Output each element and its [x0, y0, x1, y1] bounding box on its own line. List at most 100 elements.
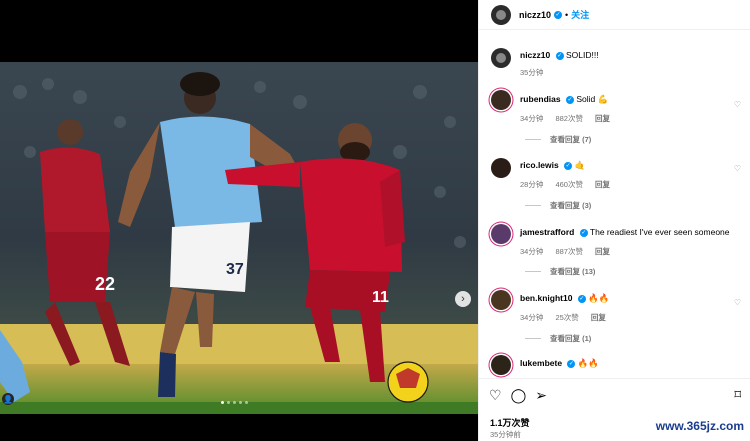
commenter-avatar[interactable]	[491, 355, 511, 375]
view-replies-label: 查看回复 (7)	[550, 135, 592, 144]
comment-username[interactable]: lukembete	[520, 358, 562, 368]
comment-meta: 34分钟 25次赞 回复	[520, 312, 616, 323]
comment-likes[interactable]: 460次赞	[555, 180, 583, 189]
comment-emoji: 🤙	[574, 160, 586, 170]
comment-line: lukembete ✓ 🔥🔥	[520, 358, 599, 369]
verified-badge-icon: ✓	[566, 95, 574, 104]
carousel-dot	[227, 401, 230, 404]
verified-badge-icon: ✓	[564, 161, 573, 170]
commenter-avatar[interactable]	[491, 158, 511, 178]
like-heart-icon[interactable]: ♡	[489, 387, 502, 403]
caption-text: SOLID!!!	[566, 50, 599, 60]
comment-text: The readiest I've ever seen someone	[589, 227, 730, 237]
caption-avatar[interactable]	[491, 48, 511, 68]
comment-body: ben.knight10 ✓ 🔥🔥 34分钟 25次赞 回复	[520, 290, 616, 323]
football	[387, 361, 429, 403]
instagram-post-viewer: 22 37 11 › 👤 niczz10 ✓ • 关注 niczz10 ✓ SO…	[0, 0, 750, 441]
comment-username[interactable]: rico.lewis	[520, 160, 559, 170]
post-caption: niczz10 ✓ SOLID!!! 35分钟	[491, 48, 747, 78]
post-media: 22 37 11 › 👤	[0, 0, 478, 441]
jersey-number-37: 37	[226, 261, 244, 278]
view-replies-button[interactable]: 查看回复 (1)	[525, 333, 591, 344]
caption-line: niczz10 ✓ SOLID!!!	[520, 50, 599, 61]
view-replies-label: 查看回复 (13)	[550, 267, 596, 276]
next-slide-button[interactable]: ›	[455, 291, 471, 307]
comment-likes[interactable]: 882次赞	[555, 114, 583, 123]
commenter-avatar[interactable]	[491, 290, 511, 310]
follow-button[interactable]: 关注	[571, 8, 589, 21]
carousel-dot	[221, 401, 224, 404]
comment-meta: 34分钟 882次赞 回复	[520, 113, 620, 124]
verified-badge-icon: ✓	[579, 228, 588, 237]
comment-username[interactable]: ben.knight10	[520, 293, 572, 303]
reply-button[interactable]: 回复	[595, 114, 610, 123]
like-comment-icon[interactable]: ♡	[734, 298, 741, 307]
comment-time: 34分钟	[520, 313, 544, 322]
carousel-dot	[245, 401, 248, 404]
football-match-photo: 22 37 11	[0, 62, 478, 414]
comment-likes[interactable]: 887次赞	[555, 247, 583, 256]
comment-line: rubendias ✓ Solid 💪	[520, 94, 620, 105]
comment-body: rico.lewis ✓ 🤙 28分钟 460次赞 回复	[520, 158, 620, 190]
bookmark-icon[interactable]: ⌑	[734, 387, 741, 403]
comment-bubble-icon[interactable]: ◯	[511, 387, 527, 403]
comment-meta: 28分钟 460次赞 回复	[520, 179, 620, 190]
view-replies-button[interactable]: 查看回复 (13)	[525, 266, 595, 277]
reply-button[interactable]: 回复	[595, 180, 610, 189]
comment-emoji: 🔥🔥	[588, 293, 610, 303]
author-avatar[interactable]	[491, 4, 511, 25]
carousel-dot	[233, 401, 236, 404]
view-replies-button[interactable]: 查看回复 (7)	[525, 134, 591, 145]
reply-button[interactable]: 回复	[591, 313, 606, 322]
verified-badge-icon: ✓	[554, 10, 563, 19]
comment-time: 34分钟	[520, 247, 544, 256]
post-photo[interactable]: 22 37 11 ›	[0, 62, 478, 414]
view-replies-button[interactable]: 查看回复 (3)	[525, 200, 591, 211]
comment-username[interactable]: jamestrafford	[520, 227, 574, 237]
like-comment-icon[interactable]: ♡	[734, 100, 741, 109]
jersey-number-22: 22	[95, 274, 115, 294]
caption-username[interactable]: niczz10	[520, 50, 550, 60]
post-header: niczz10 ✓ • 关注	[479, 0, 750, 30]
post-time: 35分钟前	[490, 430, 521, 439]
action-buttons: ♡ ◯ ➢	[489, 387, 547, 403]
comment-meta: 34分钟 887次赞 回复	[520, 246, 730, 257]
comments-list: niczz10 ✓ SOLID!!! 35分钟 rubendias ✓ Soli…	[479, 30, 750, 378]
view-replies-label: 查看回复 (1)	[550, 334, 592, 343]
header-separator: •	[565, 9, 569, 20]
comment-item: lukembete ✓ 🔥🔥	[491, 355, 747, 375]
comment-line: jamestrafford ✓ The readiest I've ever s…	[520, 227, 730, 238]
commenter-avatar[interactable]	[491, 90, 511, 110]
share-send-icon[interactable]: ➢	[535, 387, 547, 403]
caption-meta: 35分钟	[520, 67, 599, 78]
like-comment-icon[interactable]: ♡	[734, 164, 741, 173]
comment-line: rico.lewis ✓ 🤙	[520, 160, 620, 171]
comment-time: 34分钟	[520, 114, 544, 123]
carousel-dot	[239, 401, 242, 404]
tagged-users-icon[interactable]: 👤	[2, 393, 14, 405]
carousel-indicator	[221, 401, 248, 404]
author-username[interactable]: niczz10	[519, 10, 551, 20]
comment-emoji: 💪	[597, 94, 609, 104]
comment-item: jamestrafford ✓ The readiest I've ever s…	[491, 224, 747, 257]
comment-emoji: 🔥🔥	[577, 358, 599, 368]
comment-item: rubendias ✓ Solid 💪 34分钟 882次赞 回复	[491, 90, 747, 124]
comment-body: jamestrafford ✓ The readiest I've ever s…	[520, 224, 730, 257]
verified-badge-icon: ✓	[555, 51, 564, 60]
post-side-panel: niczz10 ✓ • 关注 niczz10 ✓ SOLID!!! 35分钟 r…	[478, 0, 750, 441]
comment-username[interactable]: rubendias	[520, 94, 561, 104]
jersey-number-11: 11	[372, 289, 389, 306]
commenter-avatar[interactable]	[491, 224, 511, 244]
reply-button[interactable]: 回复	[595, 247, 610, 256]
comment-time: 28分钟	[520, 180, 544, 189]
comment-body: lukembete ✓ 🔥🔥	[520, 355, 599, 375]
view-replies-label: 查看回复 (3)	[550, 201, 592, 210]
comment-item: ben.knight10 ✓ 🔥🔥 34分钟 25次赞 回复	[491, 290, 747, 323]
comment-line: ben.knight10 ✓ 🔥🔥	[520, 293, 616, 304]
comment-likes[interactable]: 25次赞	[555, 313, 578, 322]
likes-count[interactable]: 1.1万次赞	[490, 416, 530, 429]
comment-body: rubendias ✓ Solid 💪 34分钟 882次赞 回复	[520, 90, 620, 124]
comment-text: Solid	[576, 94, 596, 104]
comment-item: rico.lewis ✓ 🤙 28分钟 460次赞 回复	[491, 158, 747, 190]
verified-badge-icon: ✓	[577, 294, 586, 303]
